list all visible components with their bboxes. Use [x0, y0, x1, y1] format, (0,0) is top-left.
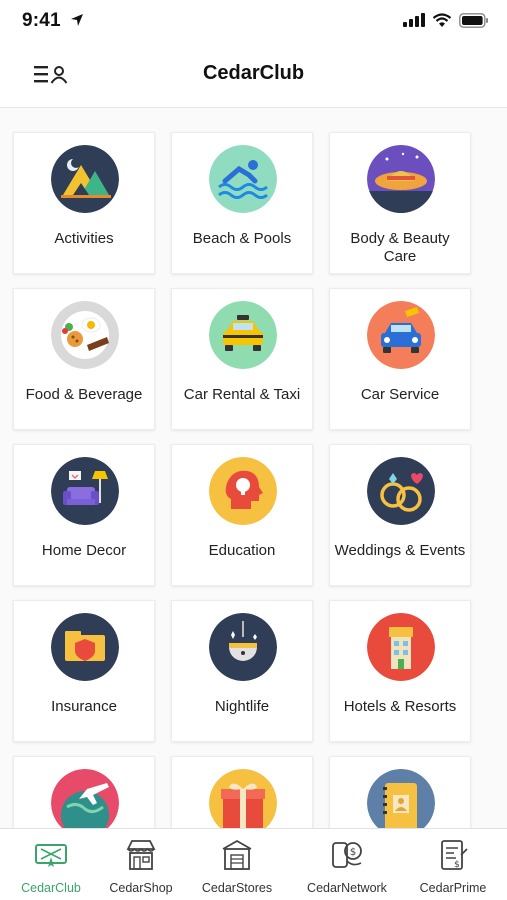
- category-label: Activities: [54, 230, 114, 247]
- nav-item-cedarstores[interactable]: CedarStores: [192, 829, 282, 900]
- wifi-icon: [432, 12, 452, 27]
- category-card-education[interactable]: Education: [171, 444, 313, 586]
- category-label: Education: [208, 542, 276, 559]
- prime-icon: $: [441, 840, 468, 870]
- nav-label: CedarNetwork: [307, 881, 387, 895]
- spa-hat-icon: [367, 145, 435, 213]
- category-label: Hotels & Resorts: [343, 698, 457, 715]
- category-card-home-decor[interactable]: Home Decor: [13, 444, 155, 586]
- signal-icon: [403, 13, 425, 27]
- armchair-lamp-icon: [51, 457, 119, 525]
- category-label: Nightlife: [214, 698, 270, 715]
- network-icon: $: [332, 842, 362, 868]
- category-card-insurance[interactable]: Insurance: [13, 600, 155, 742]
- category-label: Car Service: [360, 386, 440, 403]
- nav-label: CedarPrime: [419, 881, 487, 895]
- nav-item-cedarshop[interactable]: CedarShop: [98, 829, 184, 900]
- category-label: Insurance: [51, 698, 117, 715]
- category-card-weddings-events[interactable]: Weddings & Events: [329, 444, 471, 586]
- hotel-icon: [367, 613, 435, 681]
- head-bulb-icon: [209, 457, 277, 525]
- category-label: Food & Beverage: [25, 386, 143, 403]
- disco-ball-icon: [209, 613, 277, 681]
- bottom-nav: CedarClub CedarShop CedarStores $ CedarN…: [0, 828, 507, 900]
- nav-label: CedarClub: [21, 881, 81, 895]
- notebook-icon: [367, 769, 435, 828]
- category-card-directory[interactable]: [329, 756, 471, 828]
- category-label: Weddings & Events: [334, 542, 466, 559]
- page-title: CedarClub: [202, 62, 305, 84]
- ticket-icon: [35, 844, 67, 867]
- category-card-nightlife[interactable]: Nightlife: [171, 600, 313, 742]
- category-grid: Activities Beach & Pools Body & Beauty C…: [0, 108, 507, 828]
- category-card-food-beverage[interactable]: Food & Beverage: [13, 288, 155, 430]
- store-icon: [222, 839, 252, 870]
- gift-icon: [209, 769, 277, 828]
- rings-icon: [367, 457, 435, 525]
- car-service-icon: [367, 301, 435, 369]
- nav-label: CedarShop: [109, 881, 173, 895]
- category-card-hotels-resorts[interactable]: Hotels & Resorts: [329, 600, 471, 742]
- category-card-travel[interactable]: [13, 756, 155, 828]
- shield-folder-icon: [51, 613, 119, 681]
- svg-text:$: $: [350, 847, 356, 858]
- category-card-beach-pools[interactable]: Beach & Pools: [171, 132, 313, 274]
- nav-item-cedarclub[interactable]: CedarClub: [8, 829, 94, 900]
- nav-item-cedarprime[interactable]: $ CedarPrime: [408, 829, 498, 900]
- category-card-gifts[interactable]: [171, 756, 313, 828]
- globe-plane-icon: [51, 769, 119, 828]
- status-bar: 9:41: [0, 0, 507, 44]
- taxi-icon: [209, 301, 277, 369]
- category-card-activities[interactable]: Activities: [13, 132, 155, 274]
- camping-icon: [51, 145, 119, 213]
- category-card-car-rental-taxi[interactable]: Car Rental & Taxi: [171, 288, 313, 430]
- app-header: CedarClub: [0, 44, 507, 108]
- category-label: Car Rental & Taxi: [183, 386, 301, 403]
- status-icons: [403, 12, 489, 28]
- swimmer-icon: [209, 145, 277, 213]
- food-plate-icon: [51, 301, 119, 369]
- battery-icon: [459, 12, 488, 28]
- svg-text:$: $: [454, 860, 460, 870]
- nav-item-cedarnetwork[interactable]: $ CedarNetwork: [298, 829, 396, 900]
- category-label: Home Decor: [41, 542, 127, 559]
- category-card-body-beauty[interactable]: Body & Beauty Care: [329, 132, 471, 274]
- category-label: Body & Beauty Care: [350, 230, 450, 265]
- category-label: Beach & Pools: [192, 230, 292, 247]
- status-time: 9:41: [22, 10, 61, 31]
- shop-icon: [126, 840, 156, 870]
- location-arrow-icon: [71, 14, 83, 26]
- category-card-car-service[interactable]: Car Service: [329, 288, 471, 430]
- nav-label: CedarStores: [201, 881, 273, 895]
